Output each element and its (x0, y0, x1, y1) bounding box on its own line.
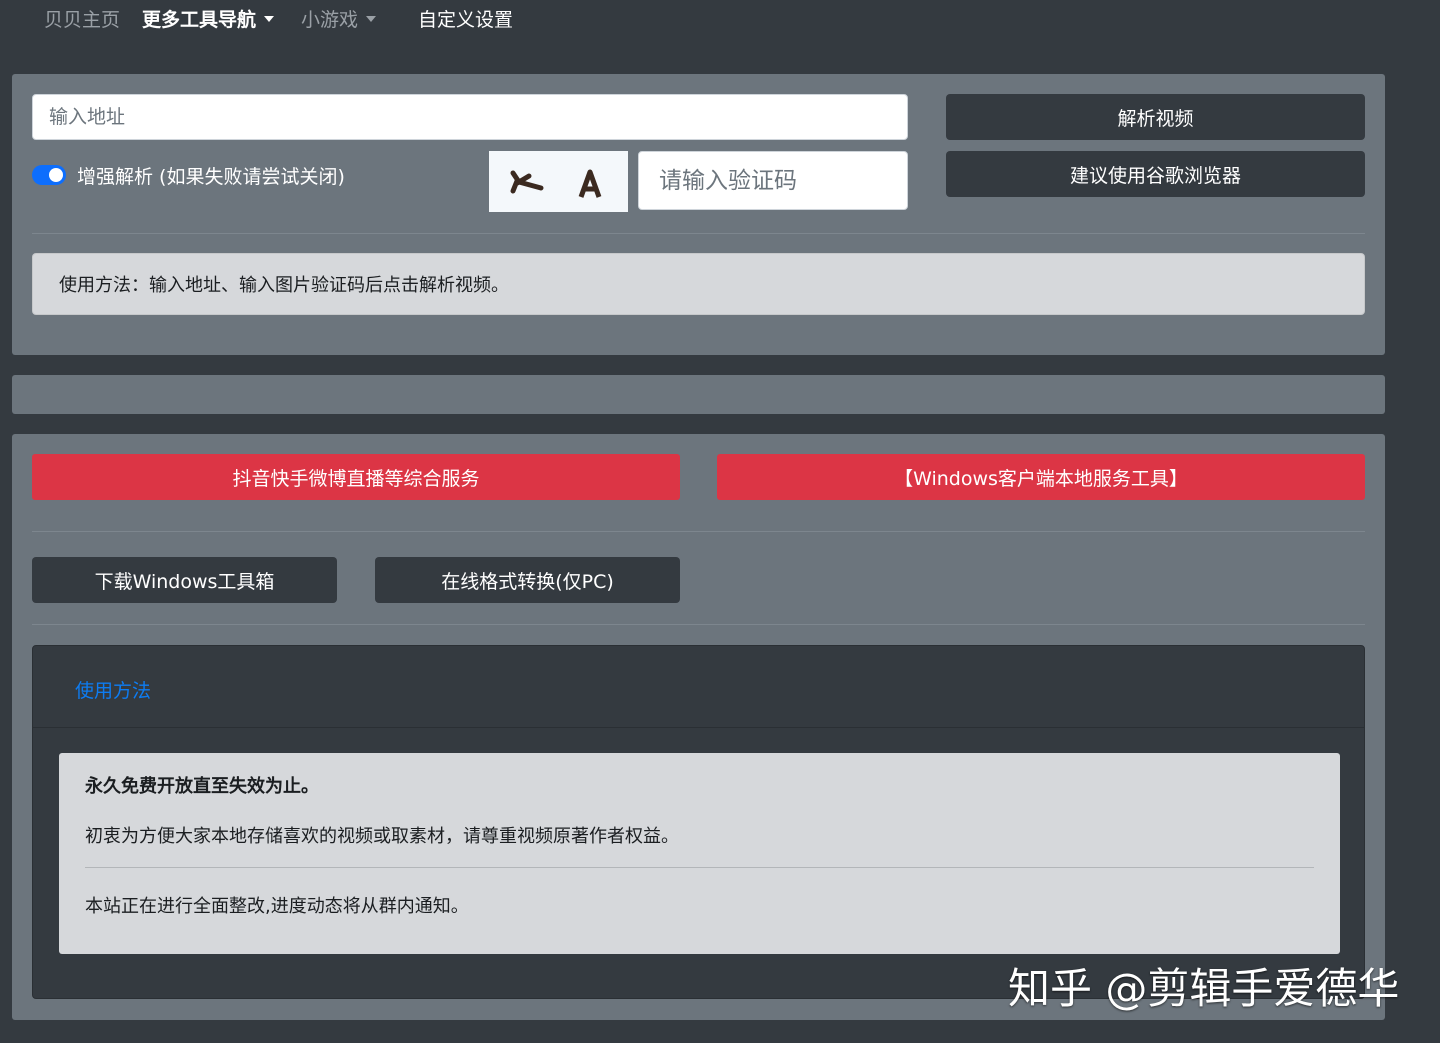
watermark: 知乎 @剪辑手爱德华 (1008, 964, 1400, 1013)
notice-box: 永久免费开放直至失效为止。 初衷为方便大家本地存储喜欢的视频或取素材，请尊重视频… (59, 753, 1340, 954)
toggle-knob (49, 168, 63, 182)
divider (32, 531, 1365, 532)
notice-text: 本站正在进行全面整改,进度动态将从群内通知。 (85, 896, 469, 917)
notice-divider (85, 867, 1314, 868)
chevron-down-icon (264, 16, 275, 22)
url-input[interactable] (32, 94, 908, 140)
browser-suggestion-button[interactable]: 建议使用谷歌浏览器 (946, 151, 1365, 197)
chevron-down-icon (366, 16, 377, 22)
format-convert-button[interactable]: 在线格式转换(仅PC) (375, 557, 680, 603)
enhance-toggle[interactable] (32, 165, 66, 185)
captcha-glyphs (510, 169, 602, 198)
notice-headline: 永久免费开放直至失效为止。 (85, 776, 319, 797)
nav-item-home[interactable]: 贝贝主页 (44, 6, 120, 34)
enhance-toggle-label: 增强解析 (如果失败请尝试关闭) (77, 166, 345, 188)
nav-item-tools[interactable]: 更多工具导航 (142, 6, 275, 34)
notice-text: 初衷为方便大家本地存储喜欢的视频或取素材，请尊重视频原著作者权益。 (85, 826, 679, 847)
divider (32, 624, 1365, 625)
windows-client-button[interactable]: 【Windows客户端本地服务工具】 (717, 454, 1365, 500)
card-header: 使用方法 (33, 646, 1364, 728)
usage-card-title[interactable]: 使用方法 (75, 676, 151, 703)
usage-info-box: 使用方法：输入地址、输入图片验证码后点击解析视频。 (32, 253, 1365, 315)
parse-video-button[interactable]: 解析视频 (946, 94, 1365, 140)
empty-panel (12, 375, 1385, 414)
divider (32, 233, 1365, 234)
nav-item-settings[interactable]: 自定义设置 (418, 6, 513, 34)
usage-card: 使用方法 永久免费开放直至失效为止。 初衷为方便大家本地存储喜欢的视频或取素材，… (32, 645, 1365, 999)
live-services-button[interactable]: 抖音快手微博直播等综合服务 (32, 454, 680, 500)
captcha-image[interactable] (489, 151, 628, 212)
captcha-input[interactable] (638, 151, 908, 210)
nav-item-games-label: 小游戏 (301, 9, 359, 31)
download-toolbox-button[interactable]: 下载Windows工具箱 (32, 557, 337, 603)
top-nav: 贝贝主页 更多工具导航 小游戏 自定义设置 (0, 0, 1440, 40)
nav-item-tools-label: 更多工具导航 (142, 9, 257, 31)
nav-item-games[interactable]: 小游戏 (301, 6, 377, 34)
